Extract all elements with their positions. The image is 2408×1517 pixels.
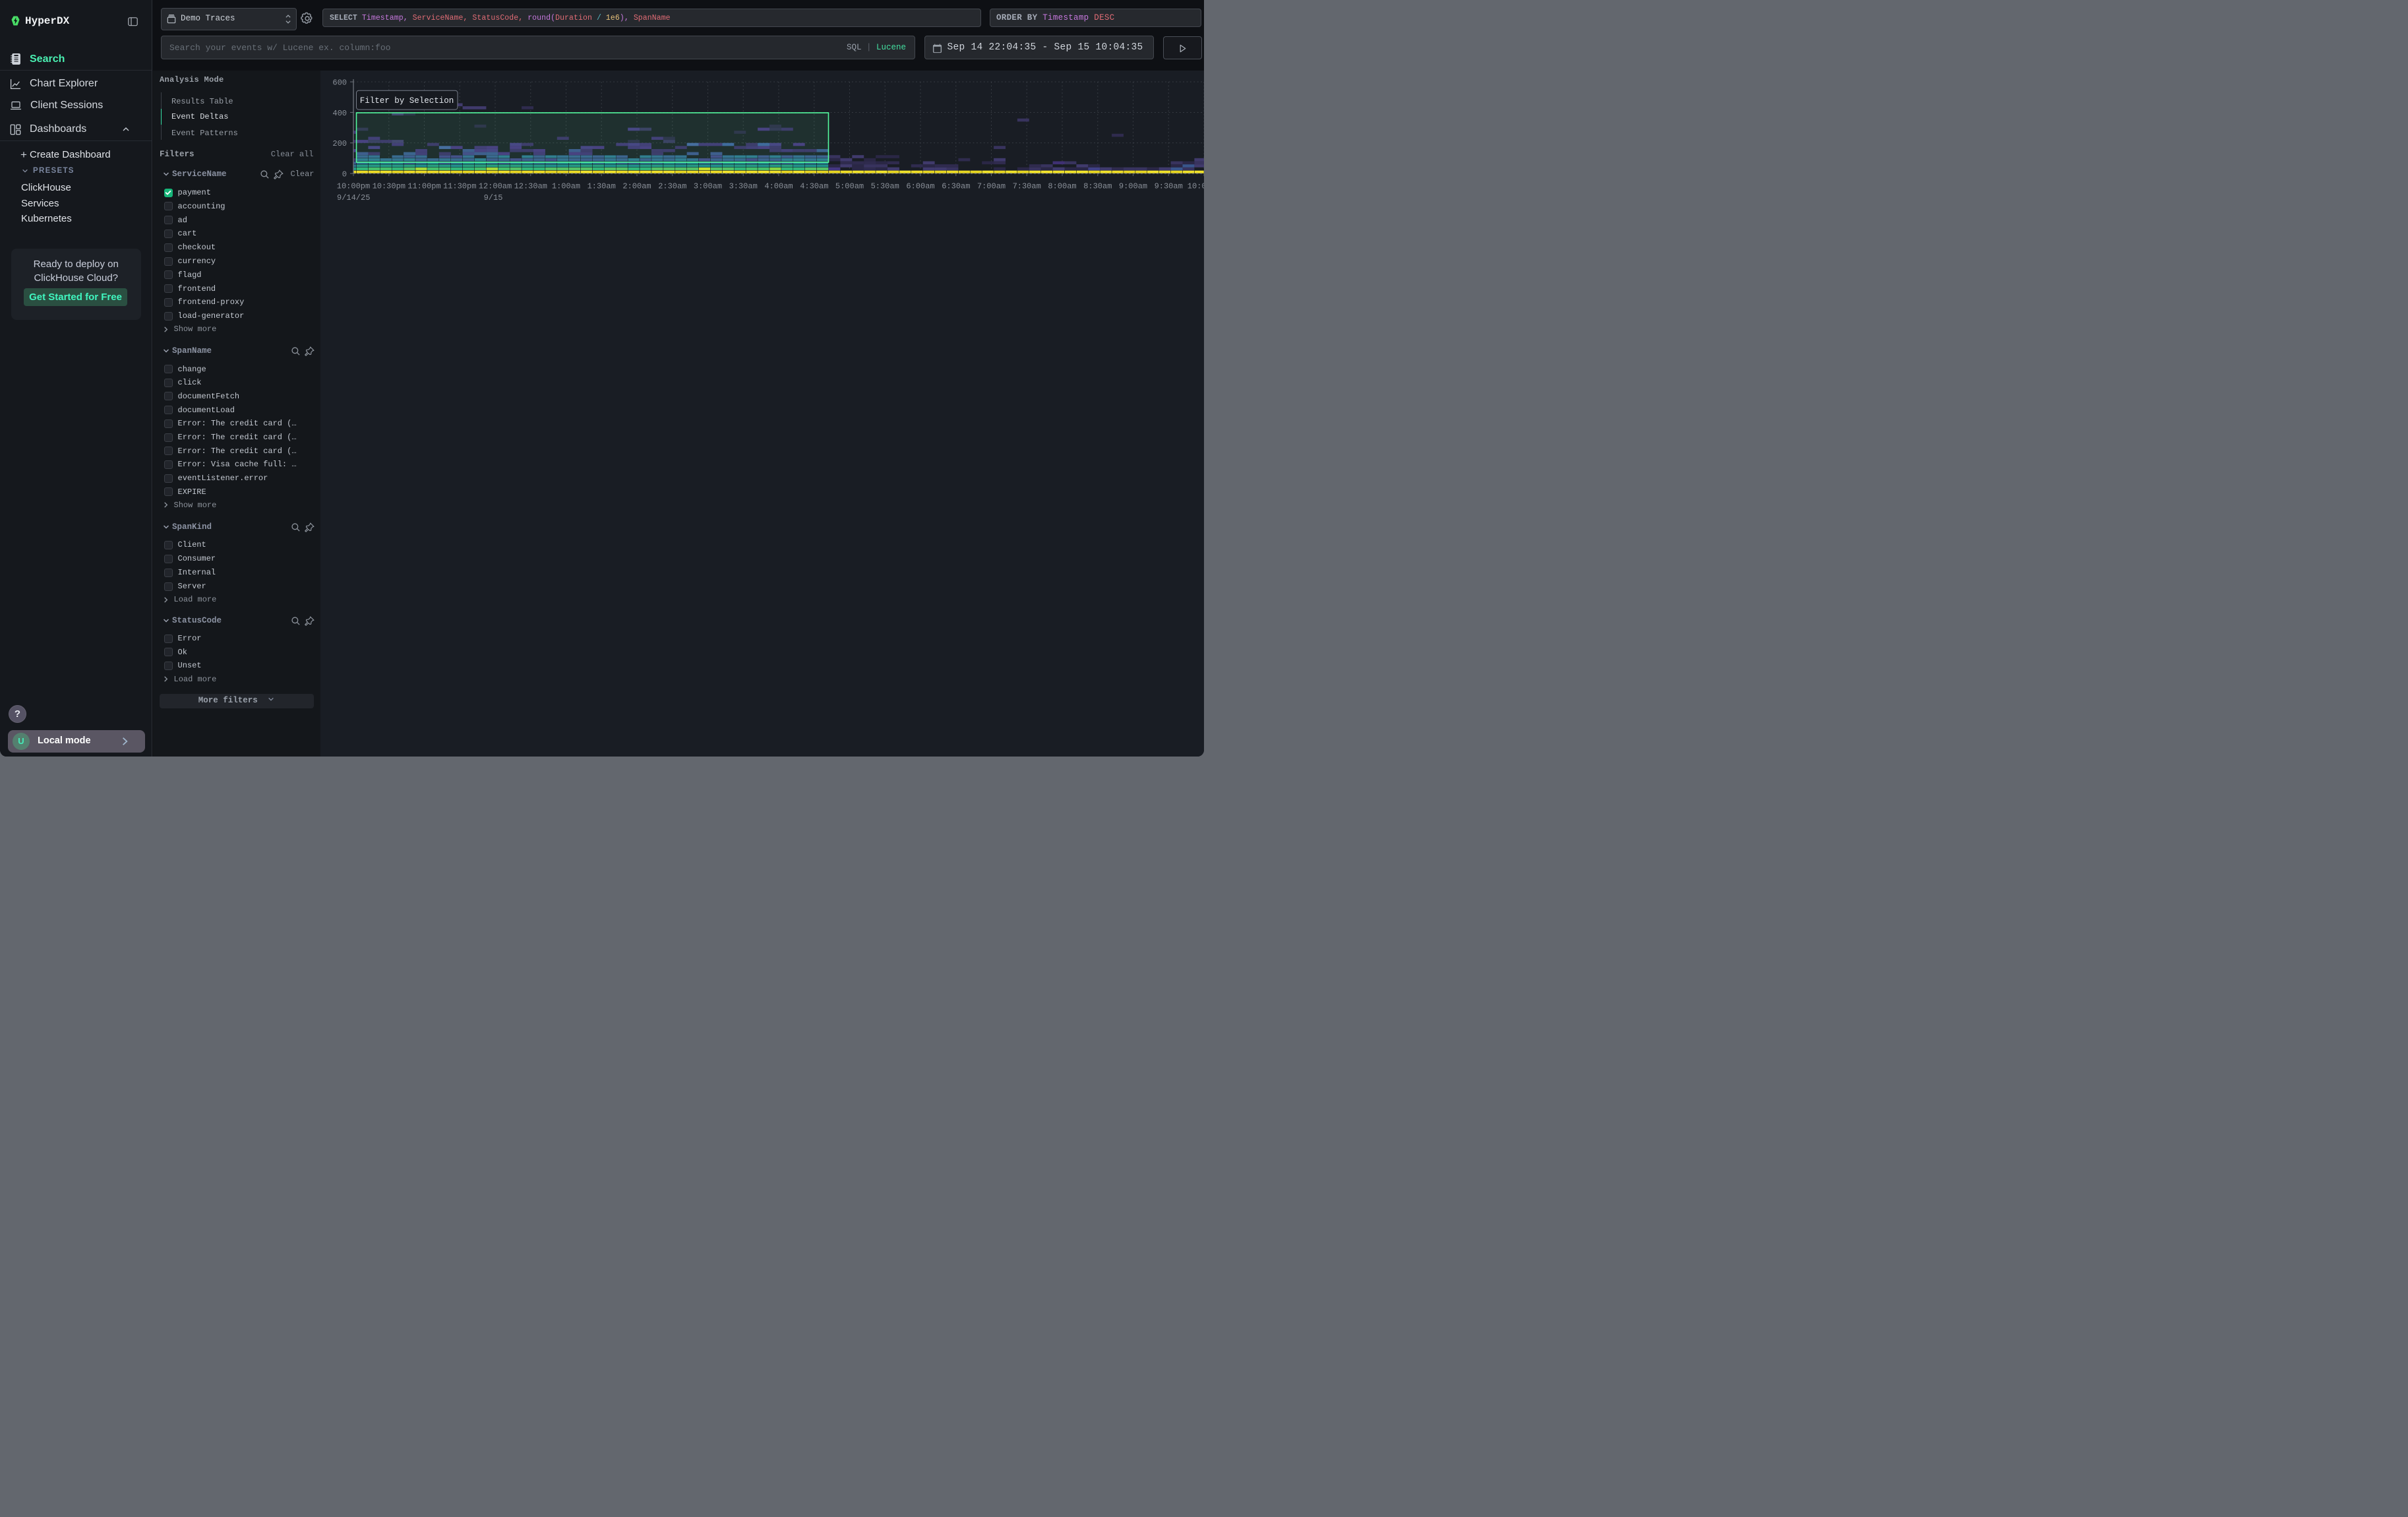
- svg-text:4:00am: 4:00am: [764, 182, 793, 191]
- svg-text:2:00am: 2:00am: [622, 182, 651, 191]
- svg-text:9/15: 9/15: [484, 193, 503, 202]
- svg-text:10:00pm: 10:00pm: [337, 182, 370, 191]
- svg-text:12:30am: 12:30am: [514, 182, 547, 191]
- svg-text:9:30am: 9:30am: [1155, 182, 1183, 191]
- svg-text:10:00am: 10:00am: [1188, 182, 1204, 191]
- svg-text:7:30am: 7:30am: [1013, 182, 1041, 191]
- svg-text:6:30am: 6:30am: [942, 182, 970, 191]
- svg-text:1:30am: 1:30am: [587, 182, 616, 191]
- svg-text:9/14/25: 9/14/25: [337, 193, 370, 202]
- svg-text:400: 400: [332, 109, 347, 118]
- svg-text:11:00pm: 11:00pm: [407, 182, 440, 191]
- svg-text:5:00am: 5:00am: [835, 182, 864, 191]
- svg-text:1:00am: 1:00am: [552, 182, 580, 191]
- svg-text:10:30pm: 10:30pm: [373, 182, 406, 191]
- svg-text:9:00am: 9:00am: [1119, 182, 1147, 191]
- svg-text:11:30pm: 11:30pm: [443, 182, 476, 191]
- svg-text:7:00am: 7:00am: [977, 182, 1006, 191]
- svg-text:2:30am: 2:30am: [658, 182, 686, 191]
- svg-text:5:30am: 5:30am: [871, 182, 899, 191]
- svg-text:6:00am: 6:00am: [906, 182, 934, 191]
- svg-text:8:00am: 8:00am: [1048, 182, 1076, 191]
- svg-text:4:30am: 4:30am: [800, 182, 828, 191]
- svg-text:3:00am: 3:00am: [694, 182, 722, 191]
- svg-text:600: 600: [332, 78, 347, 88]
- svg-text:Filter by Selection: Filter by Selection: [360, 96, 454, 106]
- svg-text:3:30am: 3:30am: [729, 182, 758, 191]
- svg-text:0: 0: [342, 170, 347, 179]
- svg-text:200: 200: [332, 139, 347, 148]
- svg-text:8:30am: 8:30am: [1083, 182, 1112, 191]
- svg-text:12:00am: 12:00am: [479, 182, 512, 191]
